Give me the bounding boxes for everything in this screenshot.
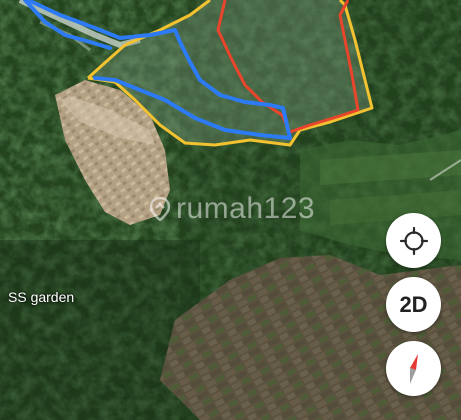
crosshair-locate-icon [399, 226, 428, 255]
satellite-map[interactable]: rumah123 SS garden 2D [0, 0, 461, 420]
view-mode-button[interactable]: 2D [386, 277, 441, 332]
compass-needle-icon [409, 353, 418, 384]
compass-button[interactable] [386, 341, 441, 396]
watermark-text: rumah123 [176, 192, 316, 225]
rumah123-logo-icon [150, 197, 170, 221]
watermark: rumah123 [150, 192, 315, 226]
locate-button[interactable] [386, 213, 441, 268]
view-mode-label: 2D [399, 291, 428, 317]
place-label-ss-garden[interactable]: SS garden [8, 289, 74, 305]
